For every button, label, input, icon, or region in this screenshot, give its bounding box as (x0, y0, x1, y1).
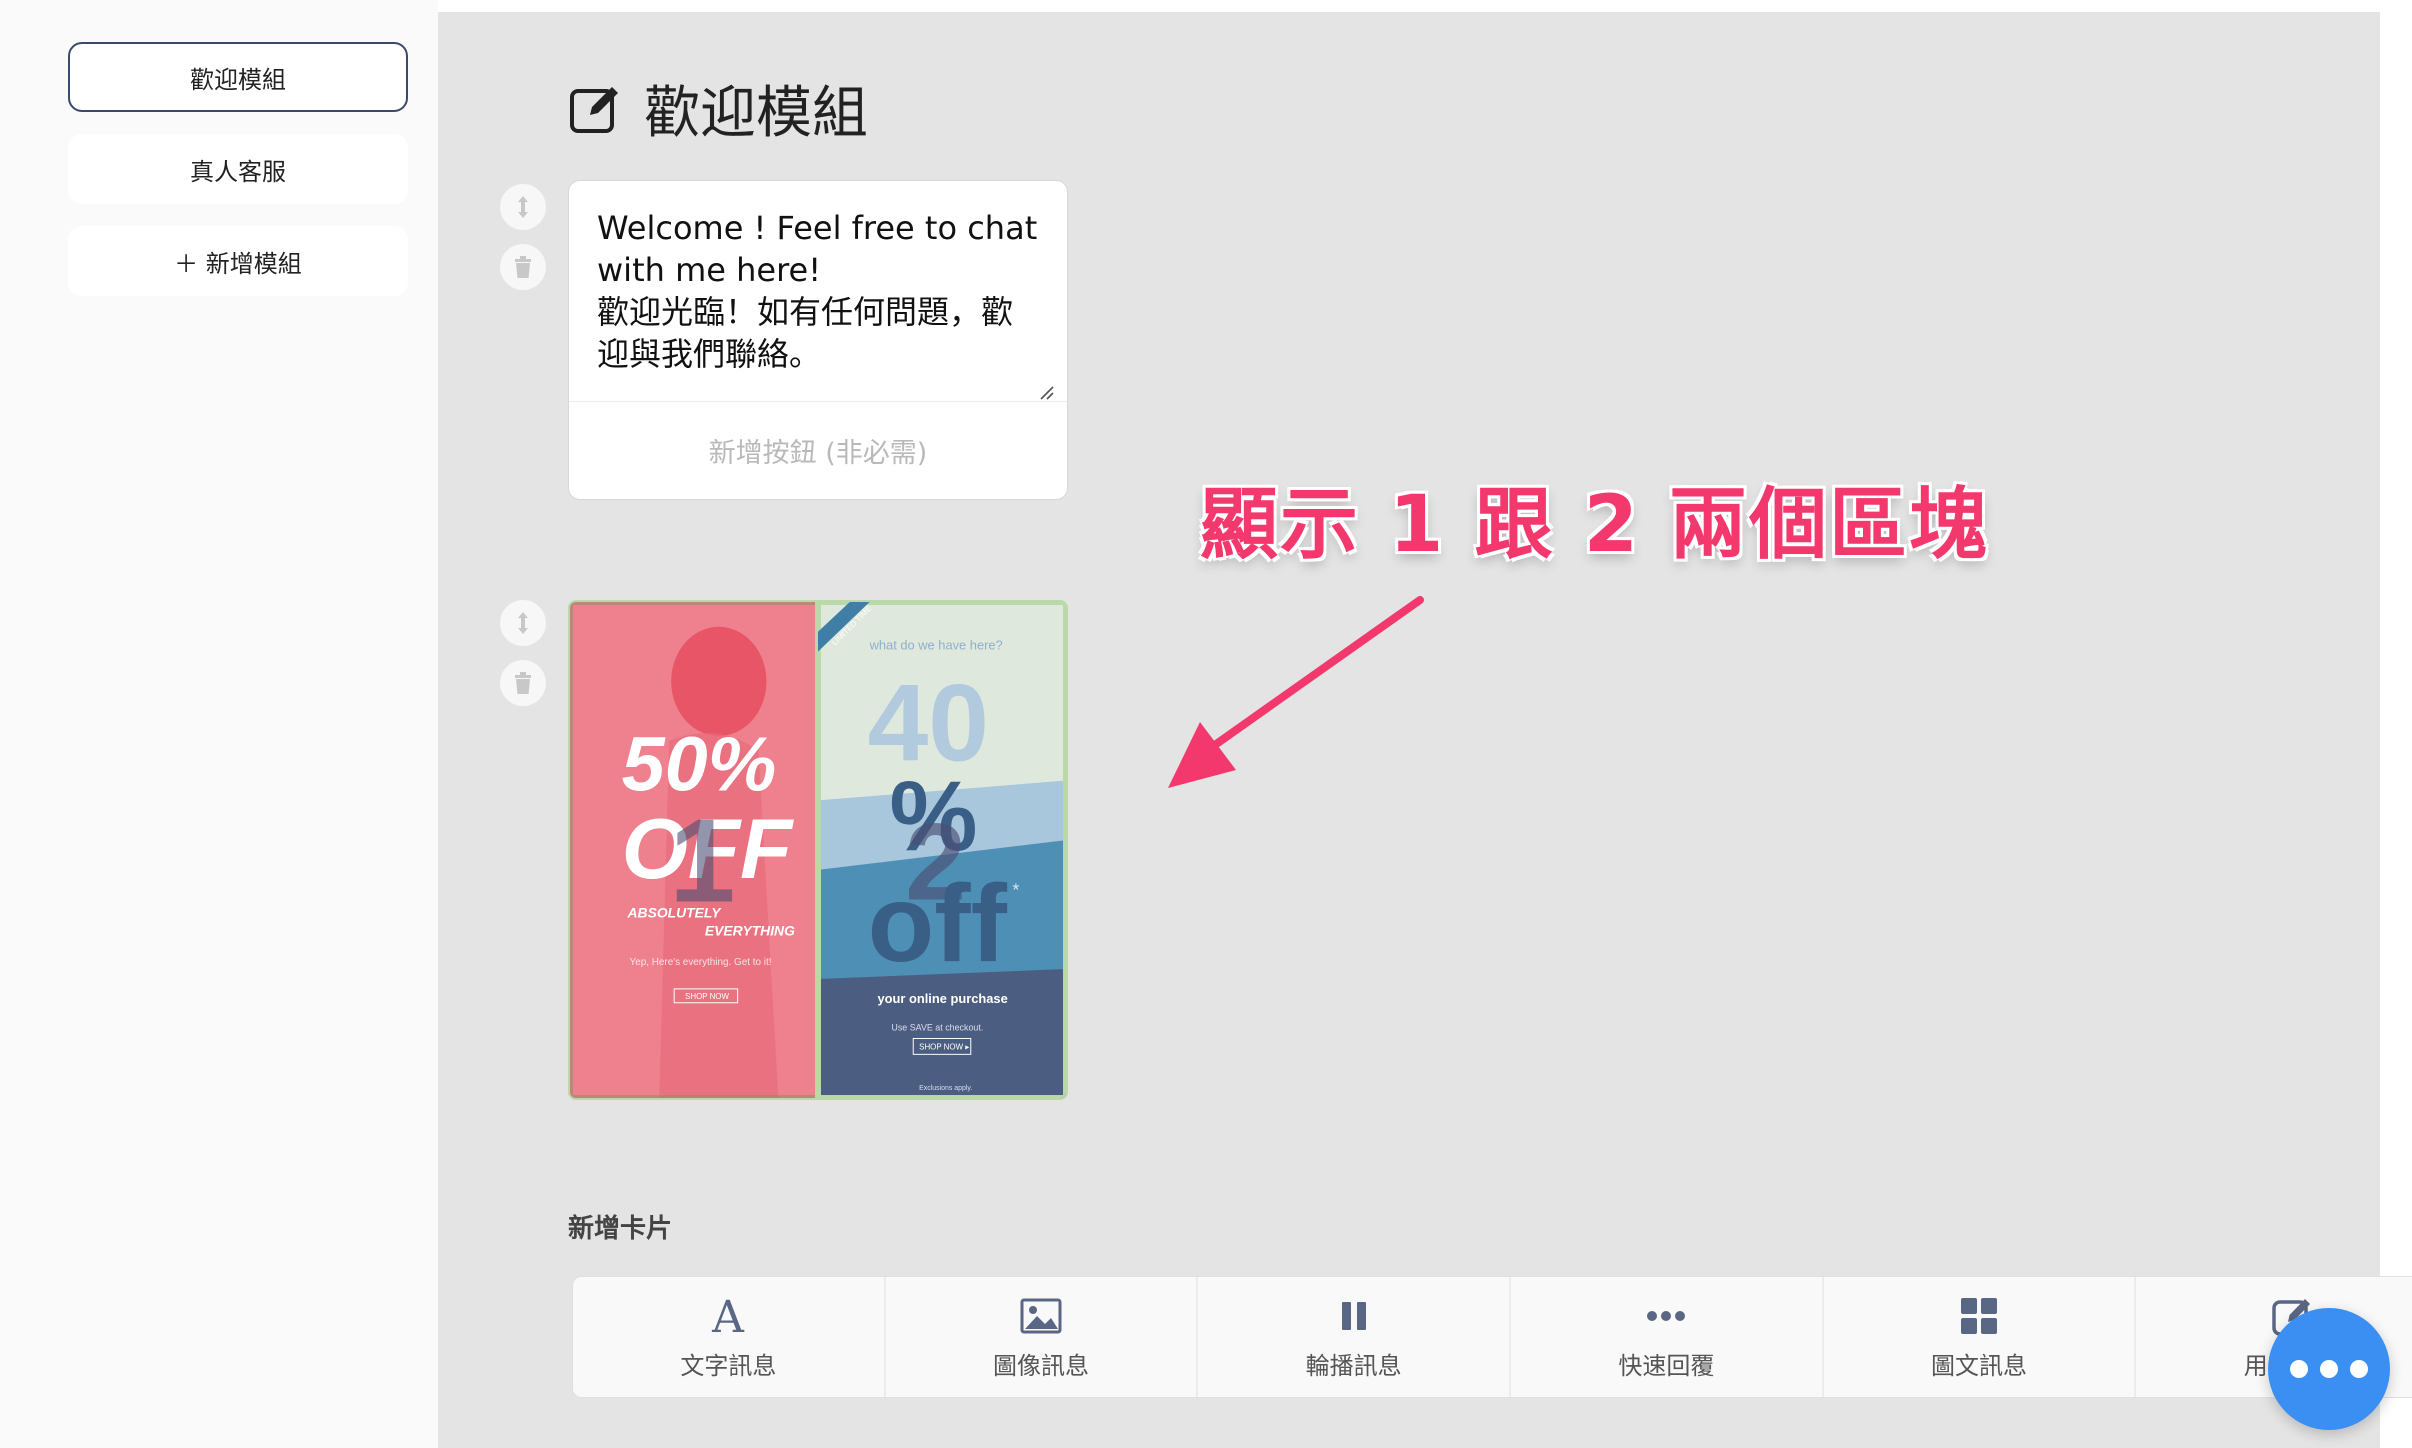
add-card-toolbar: A 文字訊息 圖像訊息 輪播訊息 快速回覆 圖文訊息 (572, 1276, 2412, 1398)
grid-icon (1961, 1297, 1998, 1334)
right-use: Use SAVE at checkout. (891, 1023, 983, 1033)
chat-launcher-button[interactable] (2268, 1308, 2390, 1430)
dot-icon (2350, 1360, 2368, 1378)
annotation-arrow-icon (1168, 596, 1424, 788)
main-panel: 歡迎模組 Welcome ! Feel free to chat with me… (438, 12, 2412, 1448)
svg-text:A: A (711, 1294, 745, 1338)
tool-label: 圖文訊息 (1931, 1351, 2028, 1380)
dot-icon (2320, 1360, 2338, 1378)
delete-button[interactable] (500, 244, 546, 290)
quick-reply-icon (1647, 1310, 1686, 1321)
vertical-arrows-icon (518, 612, 528, 634)
left-button: SHOP NOW (685, 992, 729, 1001)
left-line1: ABSOLUTELY (627, 904, 723, 920)
sidebar-item-add-module[interactable]: ＋ 新增模組 (68, 226, 408, 296)
page-title-text: 歡迎模組 (644, 81, 868, 146)
right-purchase: your online purchase (878, 991, 1008, 1006)
trash-icon (515, 256, 531, 278)
annotation-text: 顯示 1 跟 2 兩個區塊 (1200, 480, 1990, 570)
sidebar-item-live-agent[interactable]: 真人客服 (68, 134, 408, 204)
sidebar-item-label: ＋ 新增模組 (174, 249, 302, 278)
edit-icon (570, 86, 618, 133)
sidebar: 歡迎模組 真人客服 ＋ 新增模組 (0, 0, 438, 1448)
drag-handle[interactable] (500, 184, 546, 230)
message-textarea[interactable]: Welcome ! Feel free to chat with me here… (569, 181, 1067, 401)
left-line2: EVERYTHING (705, 922, 795, 938)
drag-handle[interactable] (500, 600, 546, 646)
add-button[interactable]: 新增按鈕 (非必需) (569, 401, 1067, 499)
page-title: 歡迎模組 (568, 68, 868, 149)
add-card-label: 新增卡片 (568, 1214, 673, 1244)
dot-icon (2290, 1360, 2308, 1378)
carousel-icon (1341, 1301, 1366, 1330)
sidebar-item-welcome-module[interactable]: 歡迎模組 (68, 42, 408, 112)
resize-handle-icon[interactable] (1037, 383, 1055, 401)
promo-image: 50% OFF 1 ABSOLUTELY EVERYTHING Yep, Her… (570, 602, 1066, 1098)
tool-label: 文字訊息 (680, 1351, 777, 1380)
tool-label: 圖像訊息 (993, 1351, 1089, 1380)
add-text-message-button[interactable]: A 文字訊息 (573, 1277, 886, 1397)
right-button: SHOP NOW ▸ (919, 1042, 969, 1051)
image-icon (1020, 1298, 1062, 1333)
delete-button[interactable] (500, 660, 546, 706)
left-sub: Yep, Here's everything. Get to it! (630, 957, 772, 968)
tool-label: 快速回覆 (1618, 1351, 1715, 1380)
image-message-card[interactable]: 50% OFF 1 ABSOLUTELY EVERYTHING Yep, Her… (568, 600, 1068, 1100)
vertical-arrows-icon (518, 196, 528, 218)
right-star: * (1012, 880, 1019, 900)
right-off: off (868, 863, 1008, 985)
trash-icon (515, 672, 531, 694)
sidebar-item-label: 歡迎模組 (190, 65, 286, 94)
text-message-card: Welcome ! Feel free to chat with me here… (568, 180, 1068, 500)
add-image-message-button[interactable]: 圖像訊息 (885, 1277, 1199, 1397)
add-quick-reply-button[interactable]: 快速回覆 (1511, 1277, 1824, 1397)
add-carousel-message-button[interactable]: 輪播訊息 (1198, 1277, 1512, 1397)
tool-label: 輪播訊息 (1305, 1351, 1402, 1380)
text-icon: A (711, 1294, 745, 1338)
sidebar-item-label: 真人客服 (190, 157, 286, 186)
right-top: what do we have here? (869, 638, 1003, 653)
add-rich-message-button[interactable]: 圖文訊息 (1823, 1277, 2137, 1397)
right-exclusions: Exclusions apply. (919, 1085, 972, 1092)
